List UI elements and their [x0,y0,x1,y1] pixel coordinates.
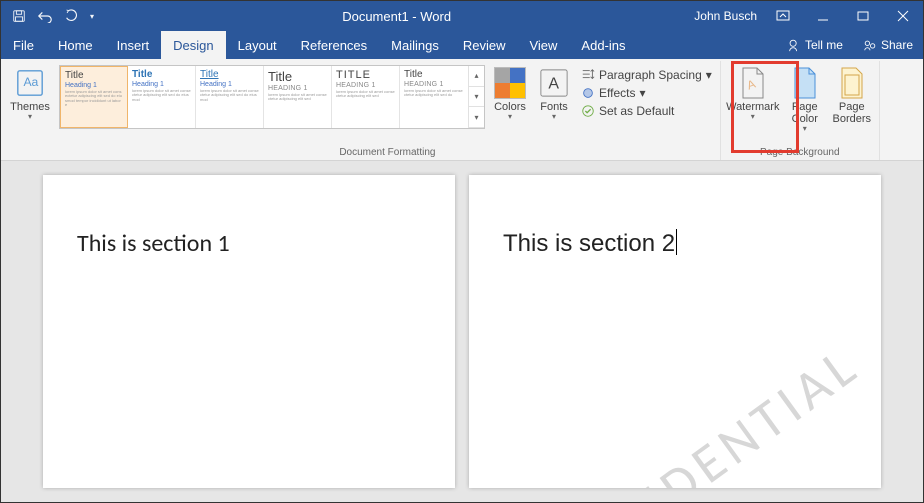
window-controls [763,1,923,31]
page-background-group: A Watermark ▾ Page Color ▾ Page Borders … [721,61,880,160]
colors-button[interactable]: Colors ▾ [489,65,531,121]
watermark-button[interactable]: A Watermark ▾ [725,65,781,121]
tab-layout[interactable]: Layout [226,31,289,59]
paragraph-spacing-button[interactable]: Paragraph Spacing ▾ [577,67,716,83]
page-section-1[interactable]: This is section 1 [43,175,455,488]
page-borders-button[interactable]: Page Borders [829,65,875,127]
themes-icon: Aa [14,67,46,99]
watermark-text: CONFIDENTIAL [512,331,873,488]
gallery-expand-button[interactable]: ▾ [468,107,484,128]
style-set-gallery[interactable]: Title Heading 1 lorem ipsum dolor sit am… [59,65,485,129]
chevron-down-icon: ▾ [508,115,512,119]
document-title: Document1 - Word [99,9,694,24]
fonts-icon: A [538,67,570,99]
qat-customize-button[interactable]: ▾ [85,4,99,28]
gallery-item[interactable]: Title HEADING 1 lorem ipsum dolor sit am… [400,66,468,128]
paragraph-spacing-icon [581,68,595,82]
chevron-down-icon: ▾ [28,115,32,119]
redo-button[interactable] [59,4,83,28]
share-label: Share [881,38,913,52]
tab-view[interactable]: View [517,31,569,59]
save-button[interactable] [7,4,31,28]
quick-access-toolbar: ▾ [1,4,99,28]
close-button[interactable] [883,1,923,31]
gallery-down-button[interactable]: ▾ [468,87,484,108]
chevron-down-icon: ▾ [706,68,712,82]
ribbon-display-options-button[interactable] [763,1,803,31]
text-cursor [676,229,677,255]
chevron-down-icon: ▾ [639,86,645,100]
doc-formatting-group-label: Document Formatting [339,146,435,160]
tell-me-button[interactable]: Tell me [777,31,853,59]
gallery-item[interactable]: Title Heading 1 lorem ipsum dolor sit am… [60,66,128,128]
tab-insert[interactable]: Insert [105,31,162,59]
tab-home[interactable]: Home [46,31,105,59]
chevron-down-icon: ▾ [803,127,807,131]
page-color-button[interactable]: Page Color ▾ [785,65,825,133]
fonts-button[interactable]: A Fonts ▾ [535,65,573,121]
svg-text:Aa: Aa [23,75,38,89]
svg-text:A: A [548,76,559,93]
minimize-button[interactable] [803,1,843,31]
chevron-down-icon: ▾ [552,115,556,119]
effects-icon [581,86,595,100]
formatting-options: Paragraph Spacing ▾ Effects ▾ Set as Def… [577,65,716,119]
tab-review[interactable]: Review [451,31,518,59]
gallery-item[interactable]: Title HEADING 1 lorem ipsum dolor sit am… [264,66,332,128]
maximize-button[interactable] [843,1,883,31]
workspace: This is section 1 This is section 2 CONF… [1,161,923,502]
page-section-2[interactable]: This is section 2 CONFIDENTIAL [469,175,881,488]
set-as-default-button[interactable]: Set as Default [577,103,716,119]
user-name[interactable]: John Busch [694,9,763,23]
tab-file[interactable]: File [1,31,46,59]
themes-group: Aa Themes ▾ [5,61,55,160]
tab-design[interactable]: Design [161,31,225,59]
check-icon [581,104,595,118]
effects-button[interactable]: Effects ▾ [577,85,716,101]
section-2-text: This is section 2 [503,229,847,258]
tab-references[interactable]: References [289,31,379,59]
section-1-text: This is section 1 [77,229,421,258]
share-button[interactable]: Share [853,31,923,59]
ribbon: Aa Themes ▾ Title Heading 1 lorem ipsum … [1,59,923,161]
page-borders-icon [836,67,868,99]
gallery-item[interactable]: Title Heading 1 lorem ipsum dolor sit am… [196,66,264,128]
gallery-scroll: ▴ ▾ ▾ [468,66,484,128]
undo-button[interactable] [33,4,57,28]
tell-me-label: Tell me [805,38,843,52]
page-background-group-label: Page Background [760,146,840,160]
effects-label: Effects [599,86,635,100]
gallery-up-button[interactable]: ▴ [468,66,484,87]
gallery-item[interactable]: TITLE HEADING 1 lorem ipsum dolor sit am… [332,66,400,128]
page-color-label: Page Color [785,101,825,125]
gallery-item[interactable]: Title Heading 1 lorem ipsum dolor sit am… [128,66,196,128]
watermark-icon: A [737,67,769,99]
ribbon-tabbar: File Home Insert Design Layout Reference… [1,31,923,59]
set-default-label: Set as Default [599,104,674,118]
page-color-icon [789,67,821,99]
svg-text:A: A [745,77,757,93]
paragraph-spacing-label: Paragraph Spacing [599,68,702,82]
chevron-down-icon: ▾ [751,115,755,119]
tab-mailings[interactable]: Mailings [379,31,451,59]
themes-button[interactable]: Aa Themes ▾ [6,65,54,121]
document-formatting-group: Title Heading 1 lorem ipsum dolor sit am… [55,61,721,160]
tab-addins[interactable]: Add-ins [569,31,637,59]
titlebar: ▾ Document1 - Word John Busch [1,1,923,31]
colors-icon [494,67,526,99]
page-borders-label: Page Borders [829,101,875,125]
